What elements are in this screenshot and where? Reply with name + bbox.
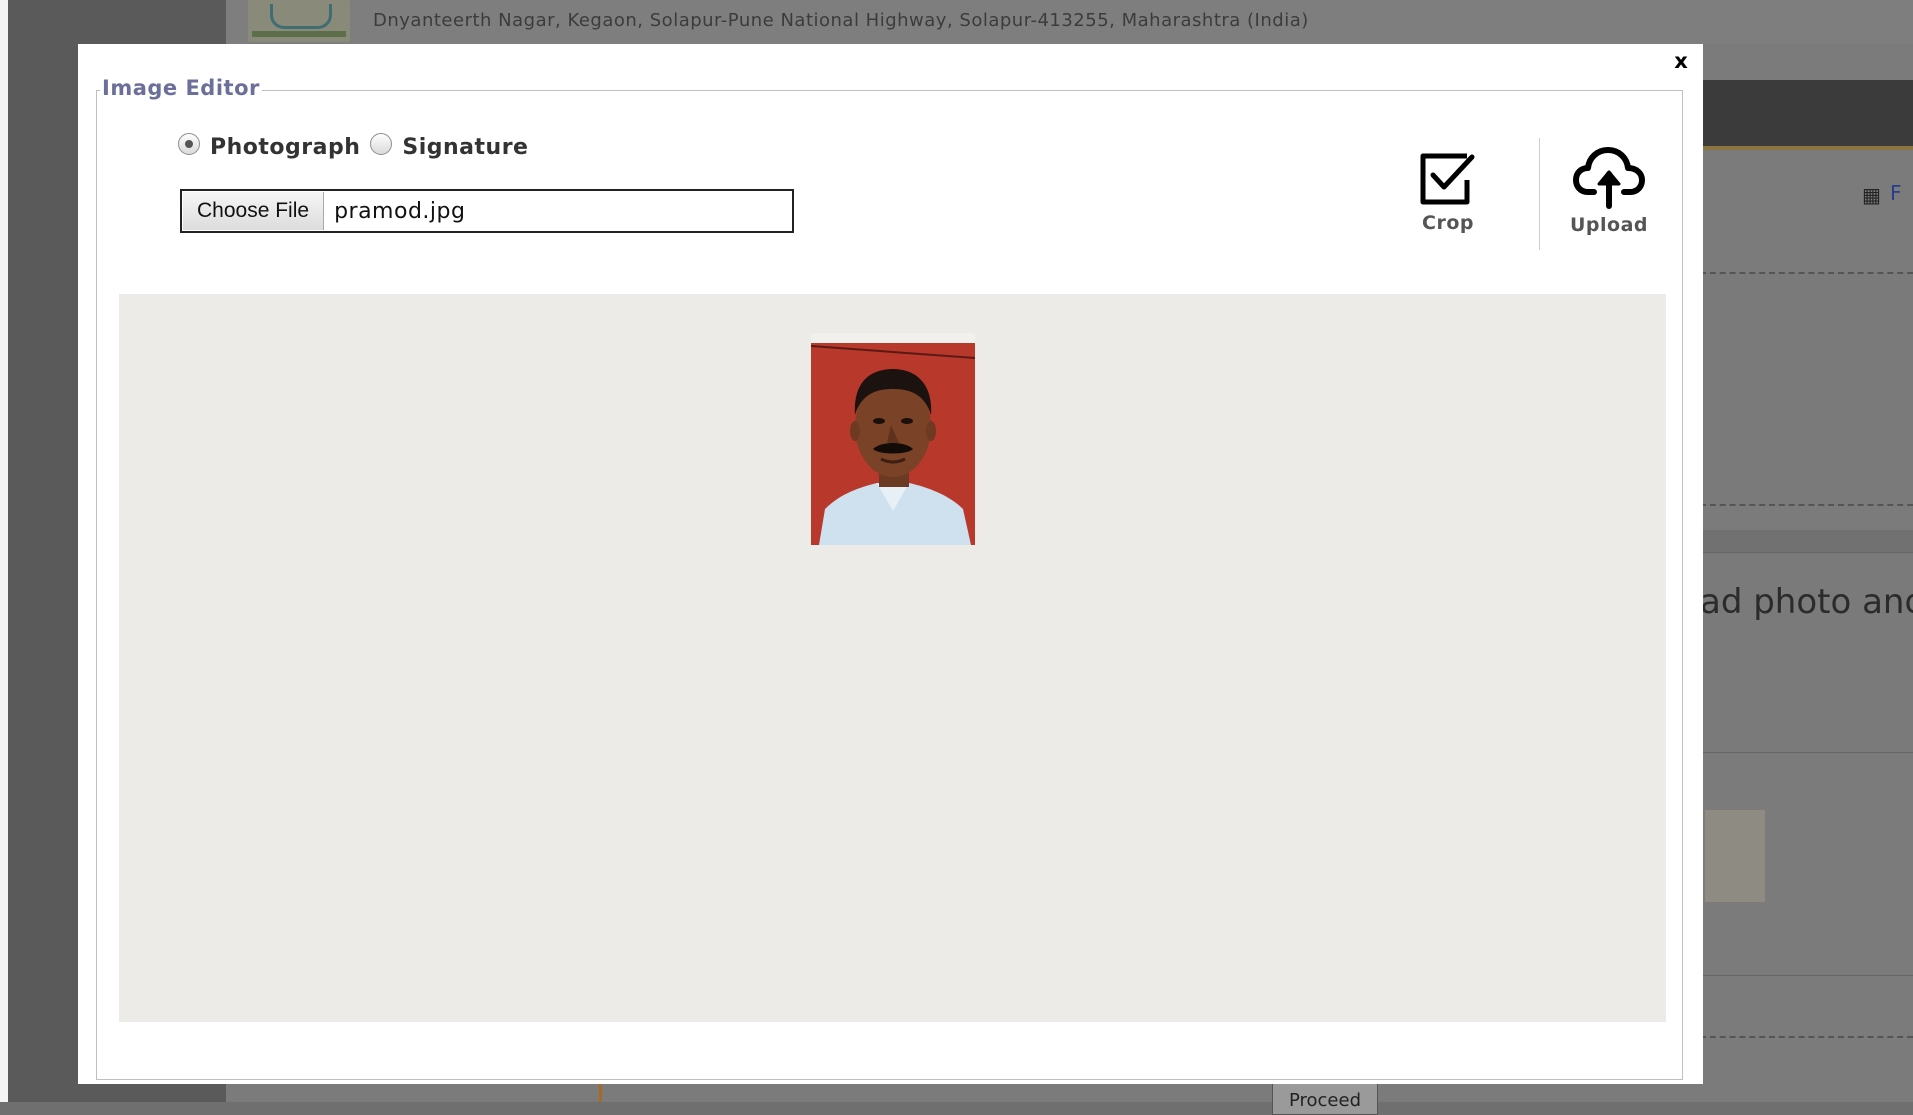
- portrait-image: [811, 333, 975, 545]
- toolbar-divider: [1539, 138, 1540, 250]
- upload-cloud-icon: [1573, 147, 1645, 209]
- upload-button[interactable]: Upload: [1560, 144, 1658, 236]
- crop-button[interactable]: Crop: [1408, 146, 1488, 234]
- page-navbar: [1700, 80, 1913, 150]
- page-instruction-panel: [1700, 552, 1913, 694]
- selected-file-name: pramod.jpg: [334, 198, 466, 224]
- crop-check-icon: [1420, 153, 1475, 205]
- page-panel: [1700, 272, 1913, 506]
- university-logo: [248, 0, 350, 42]
- signature-radio[interactable]: [370, 133, 393, 155]
- proceed-button: Proceed: [1272, 1083, 1378, 1115]
- grid-link-letter: F: [1890, 181, 1902, 205]
- photograph-radio[interactable]: [178, 133, 200, 155]
- logo-book-shape: [270, 4, 332, 29]
- university-address: Dnyanteerth Nagar, Kegaon, Solapur-Pune …: [373, 10, 1309, 31]
- photograph-radio-label[interactable]: Photograph: [210, 135, 360, 160]
- image-type-radio-group: Photograph Signature: [178, 132, 538, 162]
- page-row: [1700, 975, 1913, 1038]
- uploaded-photograph[interactable]: [811, 333, 975, 545]
- crop-label: Crop: [1422, 212, 1474, 234]
- choose-file-button[interactable]: Choose File: [183, 192, 325, 230]
- logo-tagline-shape: [252, 31, 346, 37]
- image-editor-modal: x Image Editor Photograph Signature Choo…: [78, 44, 1703, 1084]
- signature-thumbnail: [1705, 810, 1765, 902]
- image-canvas[interactable]: [119, 294, 1666, 1022]
- upload-label: Upload: [1569, 214, 1649, 236]
- page-row: [1700, 692, 1913, 753]
- image-editor-title: Image Editor: [100, 76, 262, 100]
- signature-radio-label[interactable]: Signature: [402, 135, 528, 160]
- page-bar: [1700, 530, 1913, 552]
- file-input[interactable]: Choose File pramod.jpg: [180, 189, 794, 233]
- close-button[interactable]: x: [1666, 46, 1696, 76]
- page-accent-line: [599, 1082, 602, 1102]
- page-edge: [0, 0, 8, 1102]
- grid-icon: ▦: [1862, 183, 1881, 207]
- page-instruction-text: ad photo and: [1700, 582, 1913, 622]
